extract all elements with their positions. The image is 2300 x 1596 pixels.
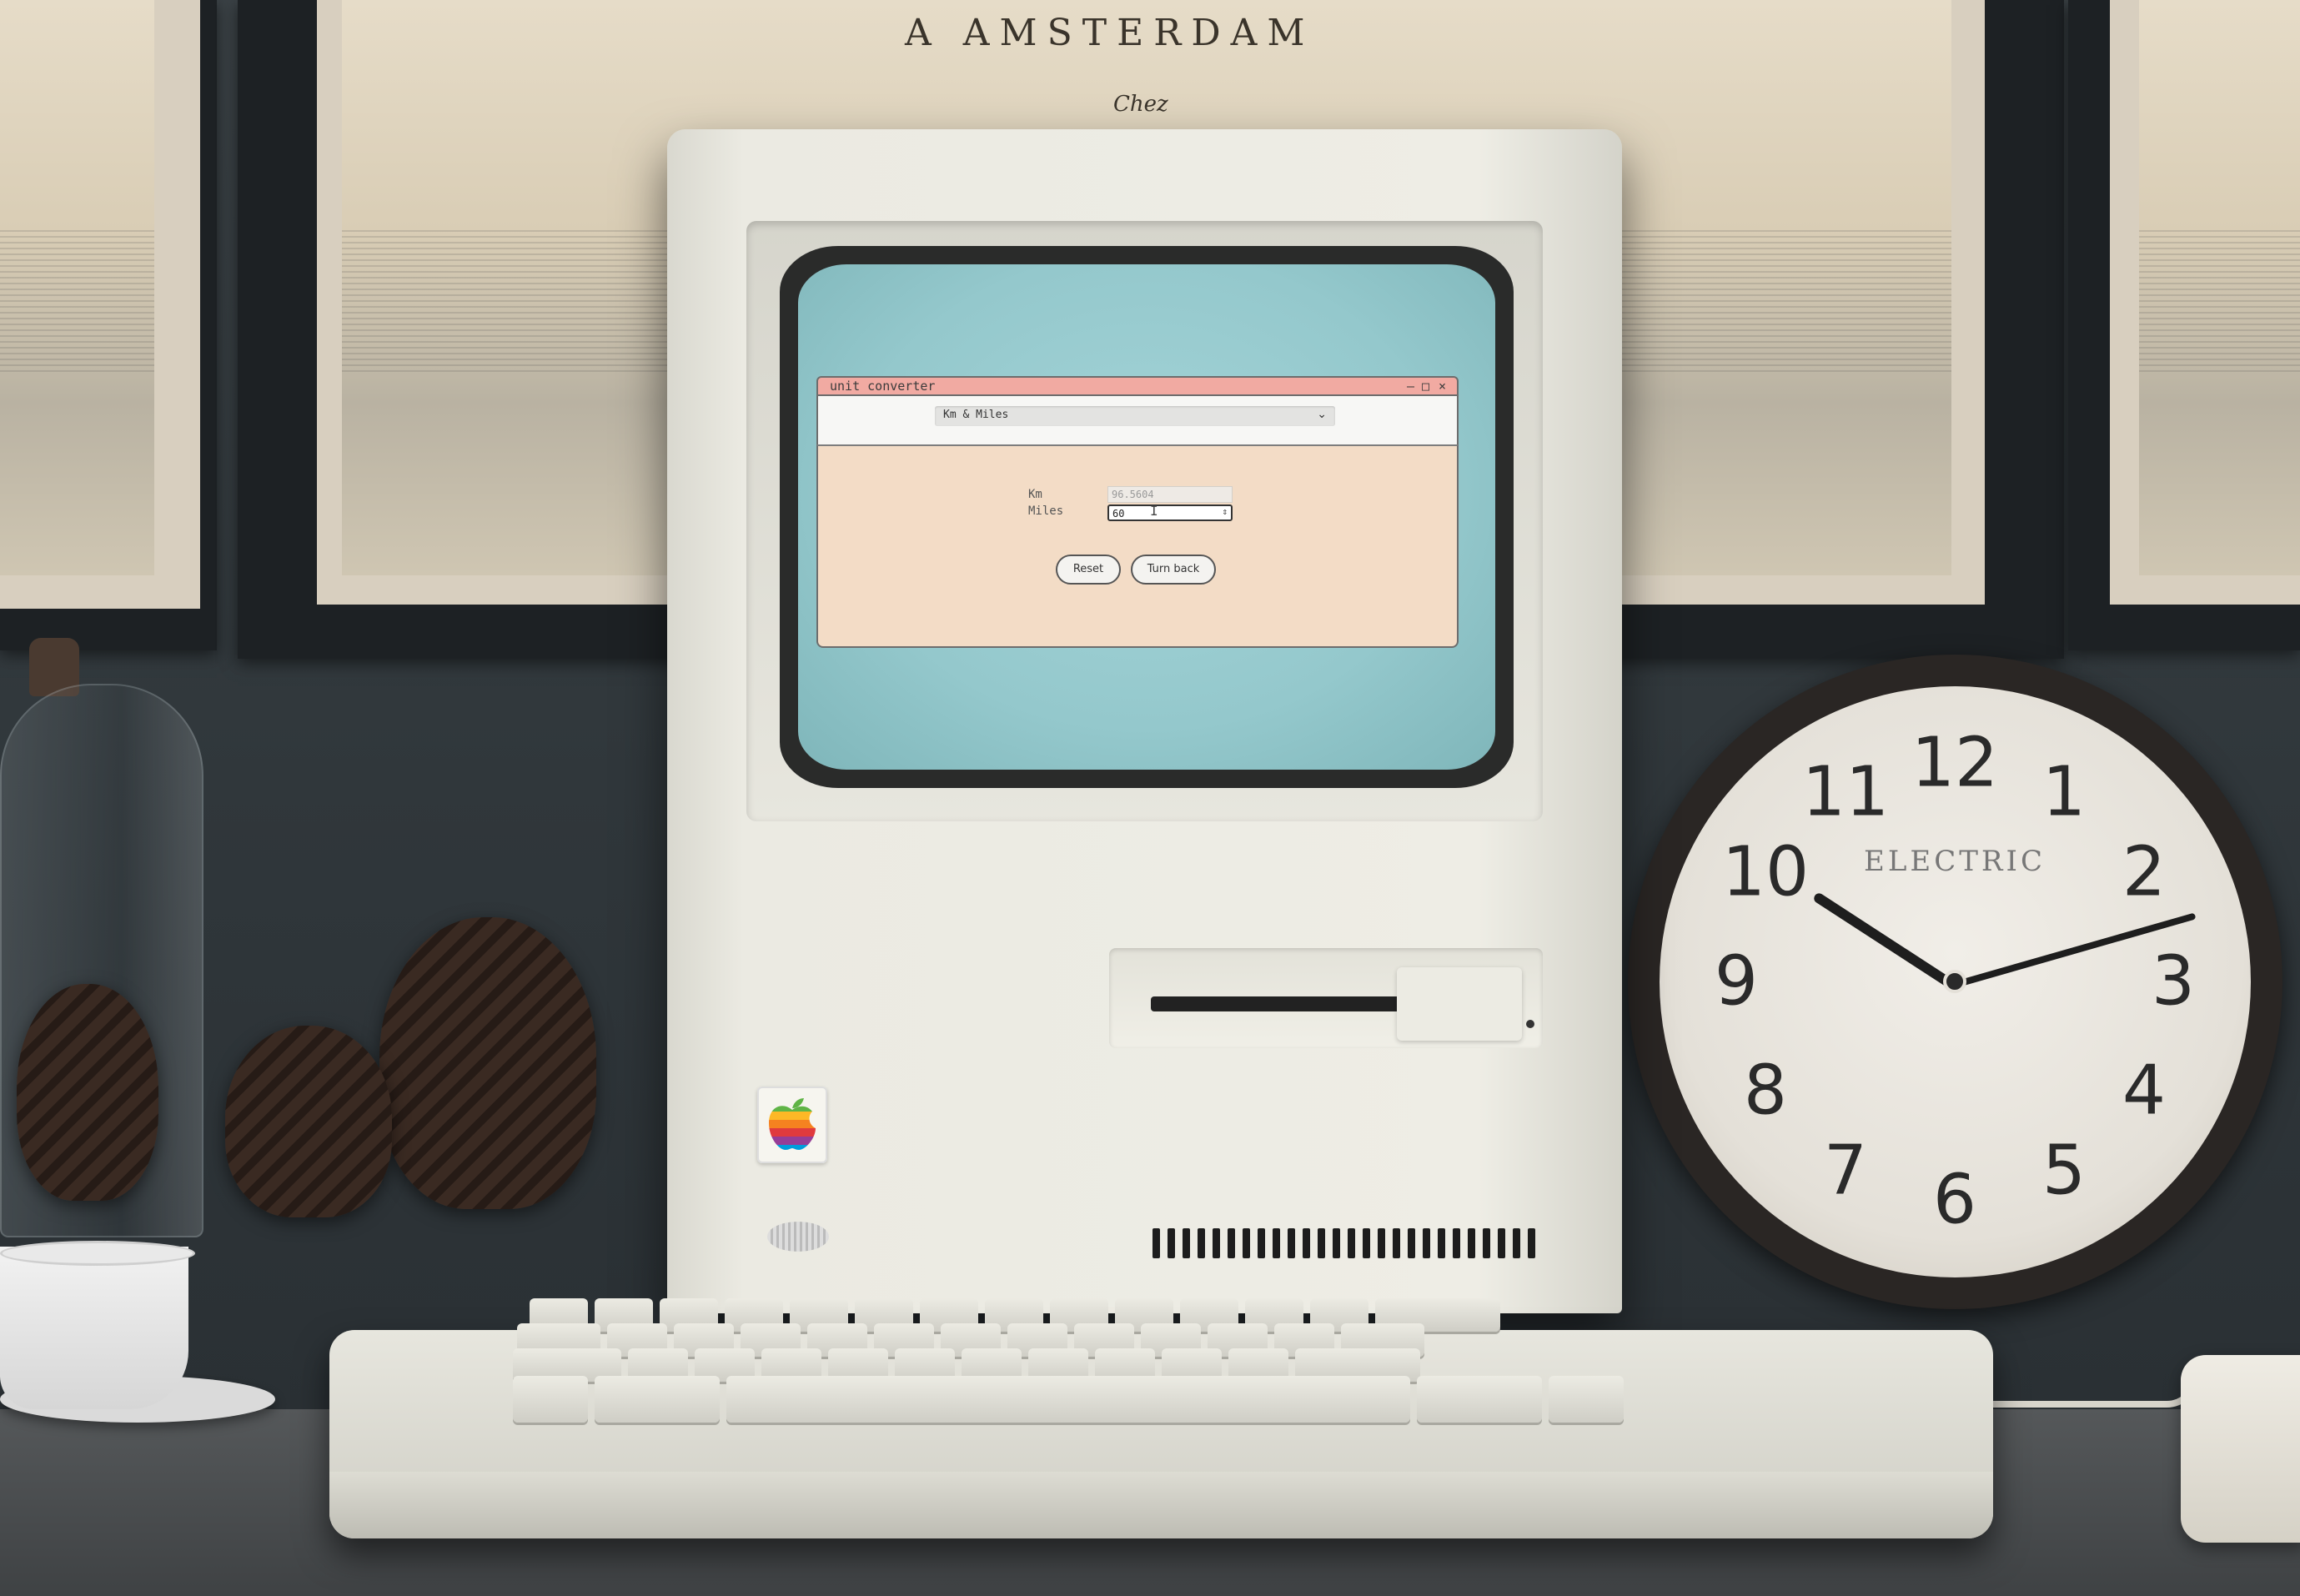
miles-field-value: 60	[1112, 508, 1125, 519]
km-label: Km	[1028, 488, 1042, 501]
clock-face: ELECTRIC 12 1 2 3 4 5 6 7 8 9 10 11	[1660, 686, 2251, 1277]
maximize-icon[interactable]: □	[1422, 379, 1429, 394]
km-field[interactable]: 96.5604	[1107, 486, 1233, 503]
key[interactable]	[1549, 1376, 1624, 1423]
clock-number: 3	[2151, 941, 2196, 1021]
clock-number: 4	[2122, 1051, 2167, 1131]
macintosh-computer	[667, 129, 1622, 1313]
turn-back-button[interactable]: Turn back	[1131, 555, 1216, 585]
window-body: Km 96.5604 Miles 60 ⇕ I Reset Turn back	[816, 444, 1459, 648]
vents	[1153, 1228, 1553, 1258]
reset-button[interactable]: Reset	[1056, 555, 1121, 585]
key[interactable]	[1417, 1376, 1542, 1423]
clock-number: 12	[1911, 723, 1999, 803]
conversion-select-value: Km & Miles	[943, 409, 1009, 421]
clock-number: 9	[1714, 941, 1759, 1021]
clock-number: 6	[1932, 1160, 1977, 1240]
map-title: A AMSTERDAM	[905, 12, 1315, 54]
pinecone	[379, 917, 596, 1209]
clock-number: 1	[2041, 752, 2087, 832]
keyboard-row	[513, 1376, 1624, 1423]
picture-print-left	[0, 0, 154, 575]
mouse[interactable]	[2181, 1355, 2300, 1543]
miles-label: Miles	[1028, 504, 1064, 518]
floppy-led	[1526, 1020, 1534, 1028]
clock-hour-hand	[1811, 891, 1958, 991]
brightness-knob[interactable]	[767, 1222, 829, 1252]
coffee-cup	[0, 1247, 188, 1409]
miles-field[interactable]: 60 ⇕	[1107, 504, 1233, 521]
picture-print-right	[2139, 0, 2300, 575]
key[interactable]	[595, 1376, 720, 1423]
text-cursor-icon: I	[1150, 503, 1158, 519]
clock-number: 7	[1823, 1131, 1868, 1211]
close-icon[interactable]: ×	[1439, 379, 1446, 394]
unit-converter-window: unit converter – □ × Km & Miles ⌄ Km 96.…	[816, 376, 1459, 648]
apple-logo-badge	[757, 1087, 827, 1163]
space-key[interactable]	[726, 1376, 1410, 1423]
apple-rainbow-icon	[769, 1098, 816, 1150]
window-title: unit converter	[830, 379, 936, 394]
minimize-icon[interactable]: –	[1407, 379, 1414, 394]
window-toolbar: Km & Miles ⌄	[816, 396, 1459, 444]
keyboard-front	[329, 1472, 1993, 1538]
map-subtitle: Chez	[1113, 92, 1168, 117]
conversion-select[interactable]: Km & Miles ⌄	[935, 406, 1335, 426]
clock-number: 2	[2122, 832, 2167, 912]
clock-number: 10	[1721, 832, 1810, 912]
clock-number: 11	[1801, 752, 1890, 832]
pinecone	[225, 1026, 392, 1217]
wall-clock: ELECTRIC 12 1 2 3 4 5 6 7 8 9 10 11	[1628, 655, 2282, 1309]
chevron-down-icon: ⌄	[1317, 408, 1327, 421]
clock-center-pin	[1943, 970, 1966, 993]
floppy-door	[1397, 967, 1522, 1041]
pinecone	[17, 984, 158, 1201]
stepper-icon[interactable]: ⇕	[1222, 506, 1228, 517]
clock-number: 5	[2041, 1131, 2087, 1211]
clock-brand: ELECTRIC	[1864, 845, 2046, 878]
cup-rim	[0, 1241, 195, 1266]
window-title-bar[interactable]: unit converter – □ ×	[816, 376, 1459, 396]
clock-number: 8	[1743, 1051, 1788, 1131]
option-key[interactable]	[513, 1376, 588, 1423]
